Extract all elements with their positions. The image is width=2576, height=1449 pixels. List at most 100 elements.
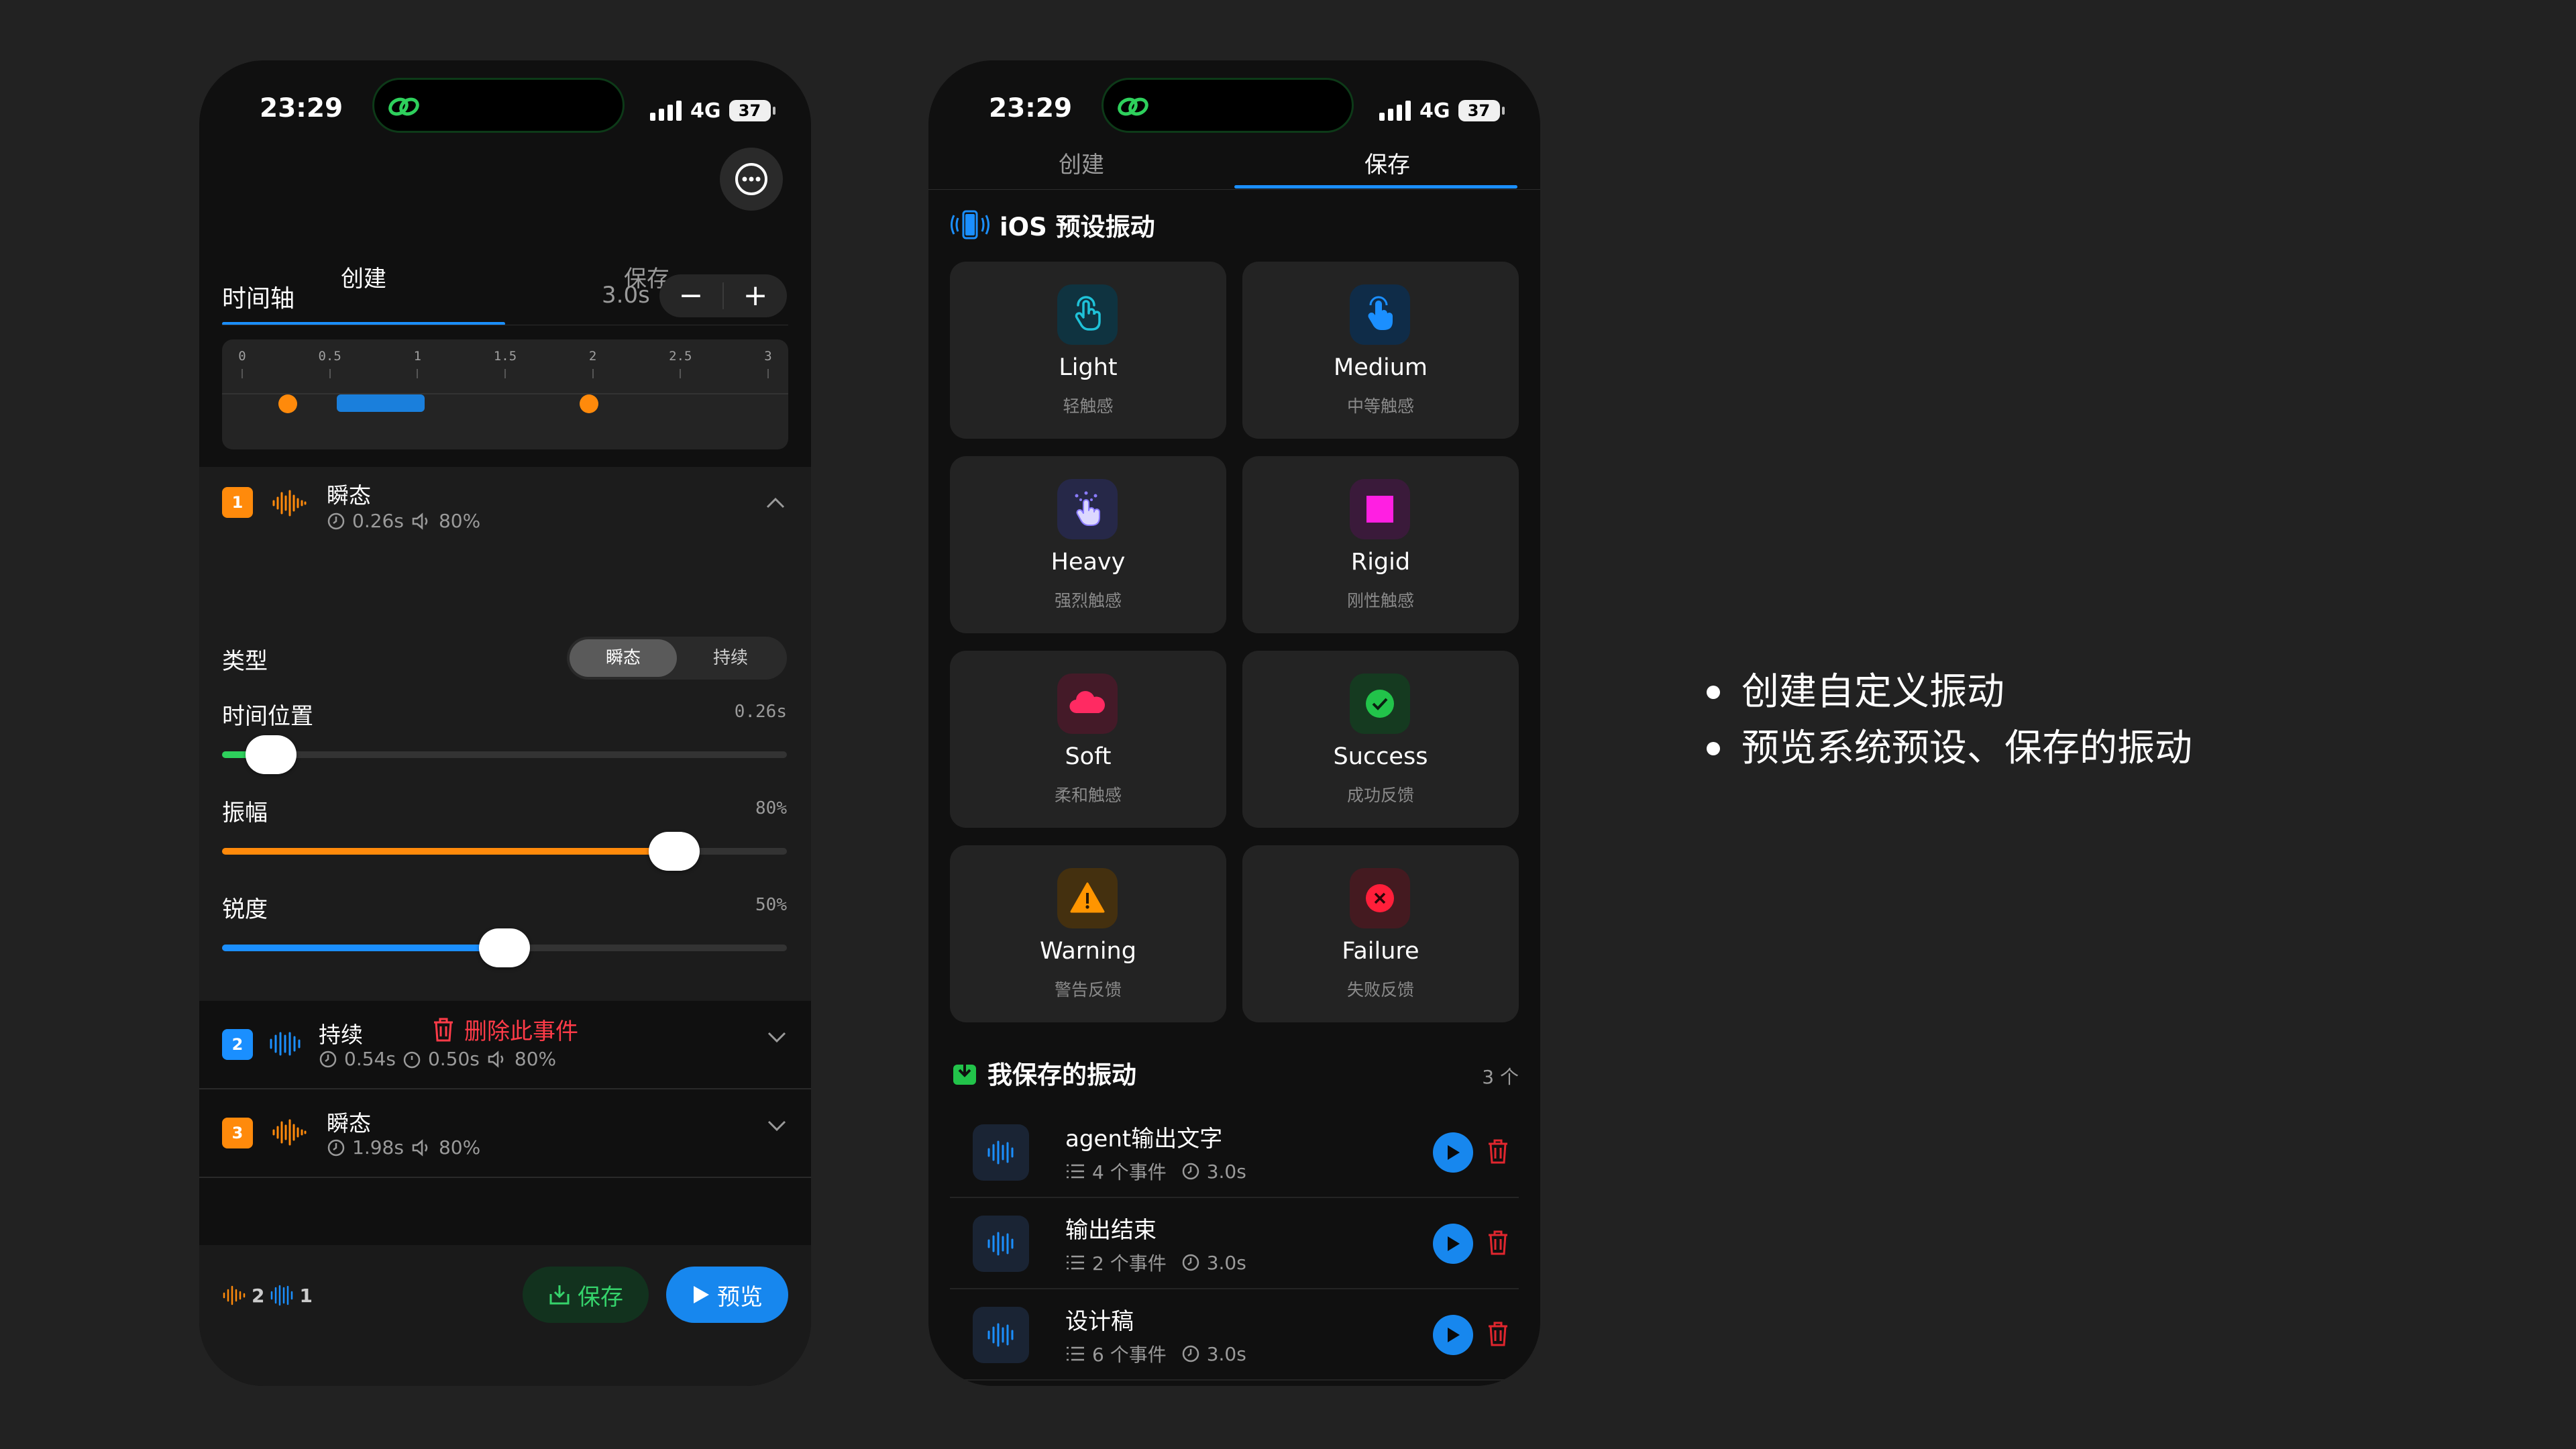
- event-row-3[interactable]: 3 瞬态 1.98s 80%: [199, 1089, 811, 1178]
- feature-bullets: 创建自定义振动 预览系统预设、保存的振动: [1704, 664, 2192, 777]
- amplitude-slider[interactable]: [222, 832, 787, 871]
- battery-icon: 37: [729, 100, 775, 121]
- list-icon: [1067, 1255, 1084, 1270]
- save-button-label: 保存: [578, 1283, 623, 1311]
- event-row-2[interactable]: 2 持续 0.54s 0.50s 80%: [199, 1001, 811, 1089]
- saved-item-row[interactable]: agent输出文字 4 个事件 3.0s: [950, 1107, 1519, 1198]
- preset-sub: 刚性触感: [1346, 591, 1414, 610]
- play-icon: [1448, 1236, 1460, 1251]
- trash-icon[interactable]: [1487, 1229, 1509, 1256]
- check-circle-icon: [1350, 674, 1410, 734]
- timeline-tick-label: 0.5: [318, 349, 341, 364]
- increase-duration-button[interactable]: +: [724, 274, 787, 317]
- network-type: 4G: [690, 99, 721, 123]
- event-duration: 0.50s: [427, 1048, 480, 1070]
- saved-item-name: 输出结束: [1065, 1217, 1157, 1244]
- saved-item-row[interactable]: 设计稿 6 个事件 3.0s: [950, 1289, 1519, 1381]
- list-icon: [1067, 1164, 1084, 1179]
- timeline-transient-marker[interactable]: [580, 394, 599, 413]
- signal-icon: [650, 101, 682, 121]
- duration-value: 3.0s: [602, 282, 650, 309]
- saved-item-row[interactable]: 输出结束 2 个事件 3.0s: [950, 1198, 1519, 1289]
- play-icon: [1448, 1328, 1460, 1342]
- saved-item-meta: 2 个事件 3.0s: [1065, 1249, 1246, 1276]
- sharpness-slider-thumb[interactable]: [479, 928, 530, 967]
- event-intensity: 80%: [438, 510, 481, 532]
- collapse-chevron-icon[interactable]: [765, 496, 786, 510]
- clock-icon: [1182, 1345, 1199, 1362]
- continuous-wave-icon: [271, 1285, 293, 1306]
- event-meta: 0.26s 80%: [327, 510, 480, 532]
- preset-card-rigid[interactable]: Rigid 刚性触感: [1242, 456, 1519, 633]
- amplitude-slider-thumb[interactable]: [648, 832, 700, 871]
- preset-card-medium[interactable]: Medium 中等触感: [1242, 262, 1519, 439]
- play-button[interactable]: [1433, 1224, 1473, 1264]
- presets-title-text: iOS 预设振动: [1000, 213, 1155, 241]
- dynamic-island: [1102, 78, 1354, 133]
- network-type: 4G: [1419, 99, 1450, 123]
- status-time: 23:29: [989, 93, 1073, 123]
- position-slider[interactable]: [222, 735, 787, 774]
- preset-sub: 警告反馈: [1054, 980, 1122, 1000]
- phone-vibrate-icon: [951, 210, 989, 239]
- waveform-icon: [973, 1216, 1029, 1272]
- play-icon: [694, 1286, 709, 1303]
- preset-card-heavy[interactable]: Heavy 强烈触感: [950, 456, 1226, 633]
- decrease-duration-button[interactable]: −: [659, 274, 722, 317]
- link-icon: [1118, 97, 1148, 116]
- event-time: 0.54s: [344, 1048, 396, 1070]
- dynamic-island: [372, 78, 625, 133]
- preset-card-soft[interactable]: Soft 柔和触感: [950, 651, 1226, 828]
- timeline-axis: [222, 393, 788, 394]
- preview-button-label: 预览: [717, 1283, 763, 1311]
- play-button[interactable]: [1433, 1132, 1473, 1173]
- timeline-transient-marker[interactable]: [278, 394, 297, 413]
- preset-card-failure[interactable]: Failure 失败反馈: [1242, 845, 1519, 1022]
- battery-icon: 37: [1458, 100, 1505, 121]
- saved-count: 3 个: [1482, 1066, 1519, 1088]
- preview-button[interactable]: 预览: [666, 1267, 788, 1323]
- sharpness-slider[interactable]: [222, 928, 787, 967]
- waveform-icon: [973, 1124, 1029, 1181]
- cloud-icon: [1057, 674, 1118, 734]
- sharpness-value: 50%: [755, 895, 787, 915]
- timeline-tick-label: 0: [238, 349, 246, 364]
- saved-title-text: 我保存的振动: [987, 1061, 1136, 1089]
- timeline-continuous-marker[interactable]: [337, 394, 425, 412]
- trash-icon[interactable]: [1487, 1320, 1509, 1347]
- event-index-badge: 2: [222, 1029, 253, 1060]
- clock-icon: [319, 1051, 337, 1067]
- saved-section-title: 我保存的振动: [951, 1055, 1136, 1091]
- save-button[interactable]: 保存: [523, 1267, 649, 1323]
- type-option-continuous[interactable]: 持续: [677, 639, 784, 677]
- hand-tap-icon: [1350, 284, 1410, 345]
- transient-wave-icon: [272, 1119, 307, 1146]
- timeline-track[interactable]: 0 0.5 1 1.5 2 2.5 3: [222, 339, 788, 449]
- tab-create[interactable]: 创建: [928, 145, 1234, 185]
- clock-icon: [327, 1139, 345, 1156]
- event-time: 0.26s: [352, 510, 404, 532]
- event-title: 瞬态: [327, 1110, 371, 1136]
- timeline-tick-label: 2: [588, 349, 597, 364]
- type-option-transient[interactable]: 瞬态: [570, 639, 677, 677]
- more-button[interactable]: [720, 148, 783, 211]
- position-slider-thumb[interactable]: [246, 735, 297, 774]
- event-counts: 2 1: [222, 1280, 313, 1311]
- timeline-label: 时间轴: [222, 285, 295, 313]
- preset-sub: 轻触感: [1063, 396, 1114, 416]
- type-label: 类型: [222, 648, 268, 675]
- tab-divider: [928, 189, 1540, 190]
- volume-icon: [412, 512, 428, 530]
- timeline-tick: [417, 369, 419, 378]
- expand-chevron-icon[interactable]: [767, 1119, 787, 1132]
- play-icon: [1448, 1145, 1460, 1160]
- expand-chevron-icon[interactable]: [767, 1030, 787, 1044]
- saved-item-meta: 4 个事件 3.0s: [1065, 1158, 1246, 1185]
- trash-icon[interactable]: [1487, 1138, 1509, 1165]
- play-button[interactable]: [1433, 1315, 1473, 1355]
- preset-card-light[interactable]: Light 轻触感: [950, 262, 1226, 439]
- preset-card-warning[interactable]: Warning 警告反馈: [950, 845, 1226, 1022]
- preset-card-success[interactable]: Success 成功反馈: [1242, 651, 1519, 828]
- tab-save[interactable]: 保存: [1234, 145, 1540, 185]
- event-index-badge: 3: [222, 1118, 253, 1148]
